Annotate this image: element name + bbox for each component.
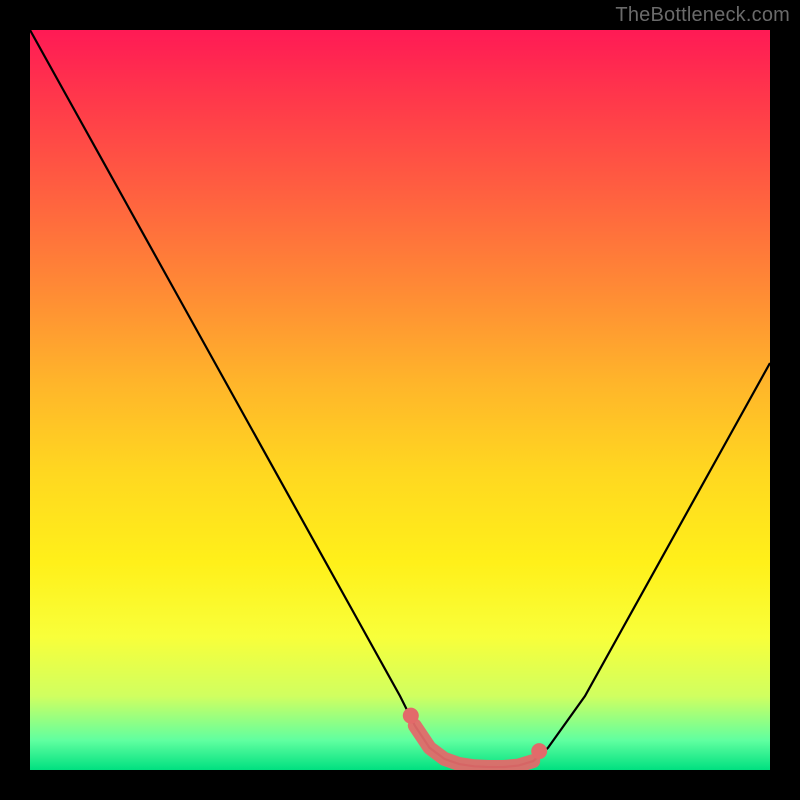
trough-end-dot	[403, 708, 419, 724]
chart-svg	[30, 30, 770, 770]
trough-highlight-stroke	[415, 726, 533, 767]
plot-area	[30, 30, 770, 770]
watermark-text: TheBottleneck.com	[615, 4, 790, 27]
chart-frame: TheBottleneck.com	[0, 0, 800, 800]
trough-highlight	[403, 708, 547, 767]
bottleneck-curve	[30, 30, 770, 767]
main-curve	[30, 30, 770, 767]
trough-end-dot	[531, 743, 547, 759]
